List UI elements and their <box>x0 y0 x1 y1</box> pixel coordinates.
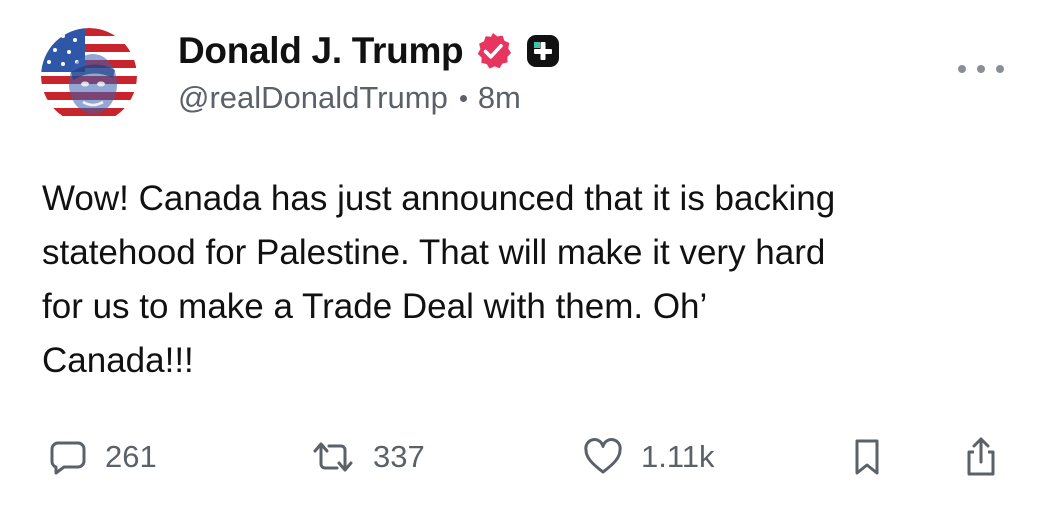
author-name-row: Donald J. Trump <box>178 28 560 74</box>
verified-badge-icon <box>473 31 513 71</box>
share-button[interactable] <box>963 432 999 482</box>
reply-count: 261 <box>105 439 157 474</box>
post-body-text: Wow! Canada has just announced that it i… <box>42 179 836 380</box>
more-options-button[interactable] <box>958 58 1004 80</box>
action-bar: 261 337 1.11k <box>0 432 1047 482</box>
reply-button[interactable]: 261 <box>49 432 157 482</box>
bookmark-button[interactable] <box>851 432 883 482</box>
more-dot <box>996 65 1004 73</box>
heart-icon <box>583 438 623 476</box>
avatar-image <box>41 28 137 124</box>
repost-button[interactable]: 337 <box>311 432 425 482</box>
repost-count: 337 <box>373 439 425 474</box>
repost-arrows-icon <box>311 438 355 476</box>
author-handle[interactable]: @realDonaldTrump <box>178 80 448 116</box>
plus-badge-icon <box>526 34 560 68</box>
share-upload-icon <box>963 436 999 478</box>
more-dot <box>977 65 985 73</box>
more-dots-icon <box>958 65 966 73</box>
avatar[interactable] <box>41 28 137 124</box>
like-button[interactable]: 1.11k <box>583 432 715 482</box>
post-timestamp[interactable]: 8m <box>478 80 521 116</box>
bookmark-icon <box>851 437 883 477</box>
like-count: 1.11k <box>641 439 715 474</box>
author-meta-row: @realDonaldTrump 8m <box>178 80 521 116</box>
post-card: Donald J. Trump @realDonaldTrump 8m Wow!… <box>0 0 1047 517</box>
comment-bubble-icon <box>49 438 87 476</box>
author-display-name[interactable]: Donald J. Trump <box>178 30 464 72</box>
meta-separator-dot <box>459 94 467 102</box>
